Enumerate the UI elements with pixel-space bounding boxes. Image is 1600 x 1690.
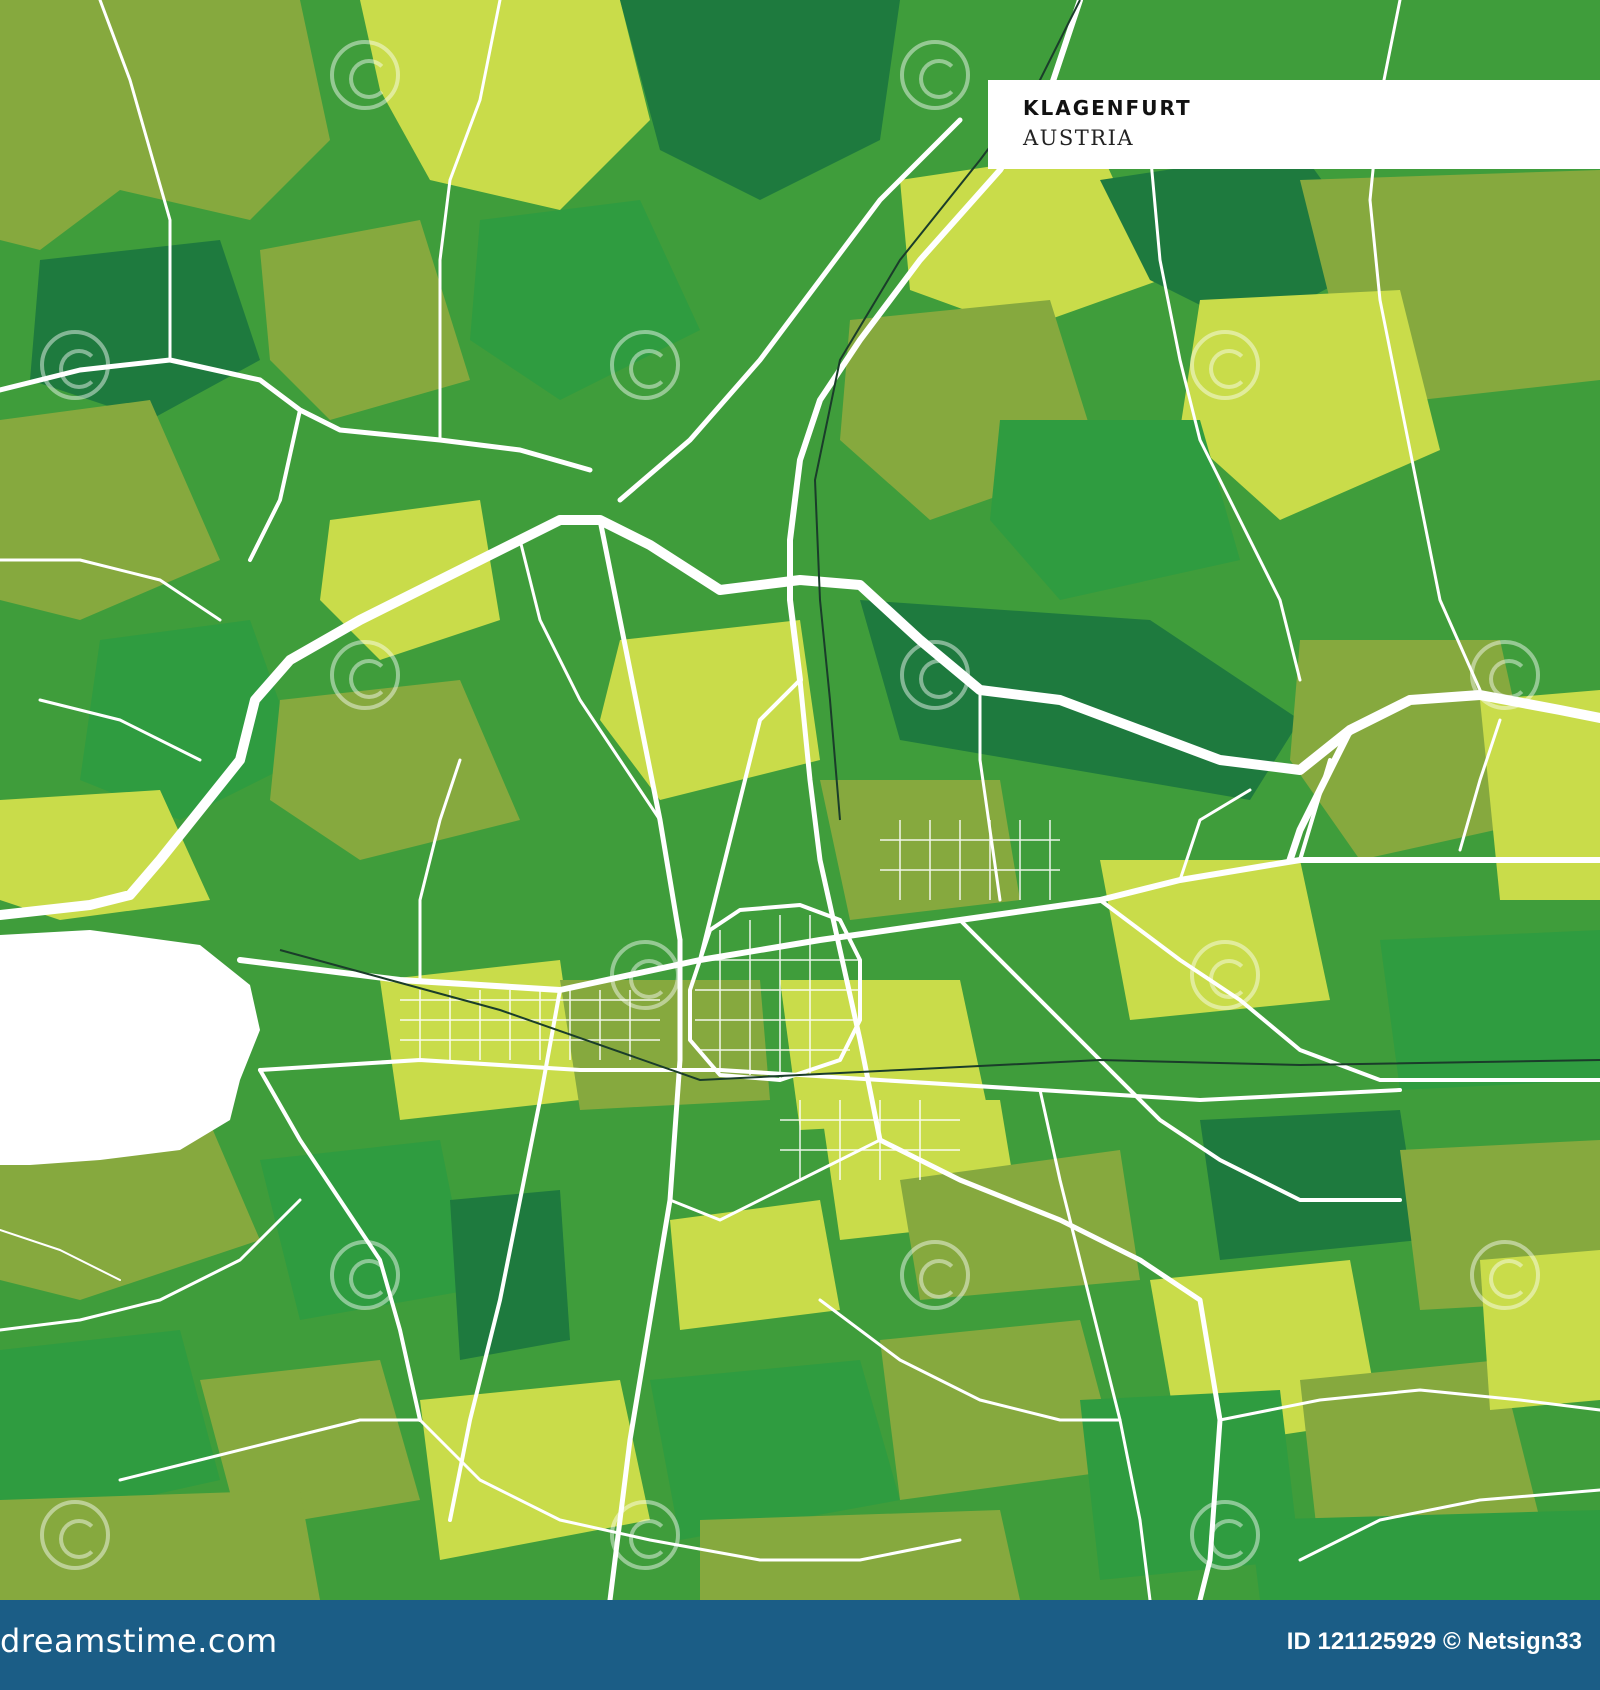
map-graphic [0,0,1600,1600]
watermark-icon [40,330,110,400]
watermark-icon [330,1240,400,1310]
watermark-icon [1190,1500,1260,1570]
country-name: AUSTRIA [1023,126,1135,150]
watermark-icon [1470,640,1540,710]
footer-bar: dreamstime.com ID 121125929 © Netsign33 [0,1600,1600,1690]
watermark-icon [900,1240,970,1310]
map-canvas[interactable]: KLAGENFURT AUSTRIA [0,0,1600,1600]
watermark-icon [1190,330,1260,400]
watermark-icon [1190,940,1260,1010]
watermark-icon [330,40,400,110]
watermark-icon [1470,1240,1540,1310]
watermark-icon [610,330,680,400]
city-name: KLAGENFURT [1023,96,1192,120]
watermark-icon [40,940,110,1010]
watermark-icon [610,1500,680,1570]
watermark-icon [900,640,970,710]
image-credit: ID 121125929 © Netsign33 [1286,1628,1582,1655]
watermark-icon [40,1500,110,1570]
title-card: KLAGENFURT AUSTRIA [988,80,1600,169]
land-use-patches [0,0,1600,1600]
watermark-icon [900,40,970,110]
watermark-icon [610,940,680,1010]
watermark-icon [330,640,400,710]
brand-name[interactable]: dreamstime.com [0,1622,278,1660]
